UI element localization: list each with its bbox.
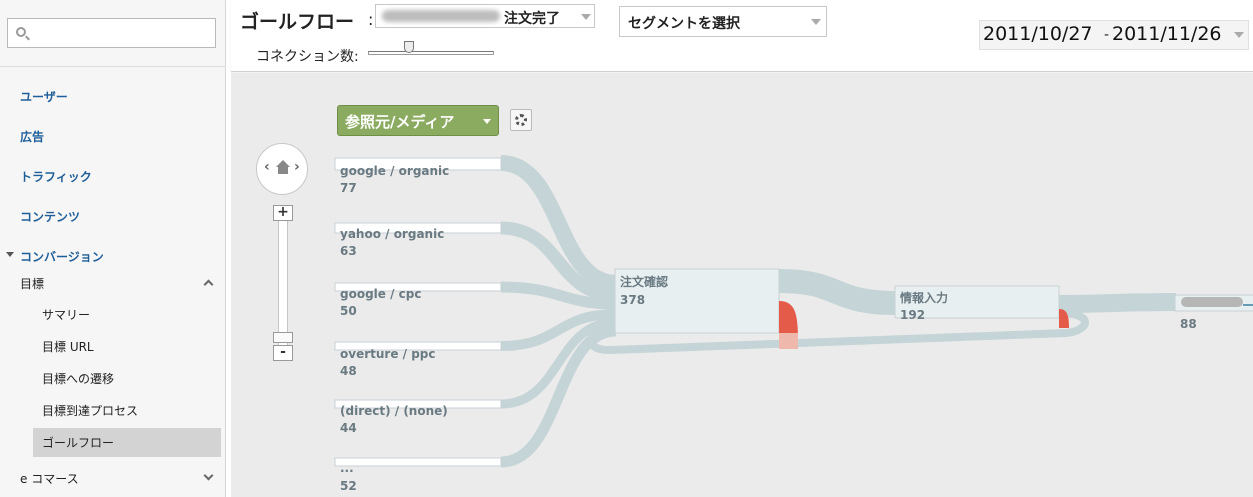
dropoff-marker-fade xyxy=(779,333,798,349)
sidebar-item-users[interactable]: ユーザー xyxy=(20,88,68,105)
goal-select-value: 注文完了 xyxy=(504,11,560,27)
source-node-value: 50 xyxy=(340,304,357,318)
segment-select-value: セグメントを選択 xyxy=(628,16,740,32)
search-input[interactable] xyxy=(34,23,210,43)
flow-link xyxy=(778,269,897,315)
dimension-select-button[interactable]: 参照元/メディア xyxy=(337,105,499,136)
dropdown-arrow-icon xyxy=(581,14,591,20)
date-separator: - xyxy=(1104,27,1110,43)
source-node-value: 48 xyxy=(340,364,357,378)
flow-canvas[interactable]: google / organic 77 yahoo / organic 63 g… xyxy=(231,73,1253,497)
search-box[interactable] xyxy=(7,18,216,48)
dropdown-arrow-icon xyxy=(483,119,491,124)
dropdown-arrow-icon xyxy=(1234,32,1244,38)
step-node-name: 情報入力 xyxy=(900,290,948,305)
segment-select[interactable]: セグメントを選択 xyxy=(619,6,827,37)
source-node-value: 44 xyxy=(340,421,357,435)
connections-label: コネクション数: xyxy=(256,49,359,65)
sidebar-item-conversions[interactable]: コンバージョン xyxy=(20,248,104,265)
source-nodes: google / organic 77 yahoo / organic 63 g… xyxy=(334,157,502,493)
sidebar: ユーザー 広告 トラフィック コンテンツ コンバージョン 目標 サマリー 目標 … xyxy=(0,0,226,497)
sidebar-item-ecommerce[interactable]: e コマース xyxy=(20,470,79,487)
source-node-value: 63 xyxy=(340,244,357,258)
zoom-out-button[interactable]: - xyxy=(273,345,293,361)
settings-button[interactable] xyxy=(510,109,532,131)
chevron-right-icon[interactable]: › xyxy=(294,159,300,175)
source-node-name: yahoo / organic xyxy=(340,227,444,241)
date-range-picker[interactable]: 2011/10/27 - 2011/11/26 xyxy=(979,20,1249,50)
source-node-name: google / cpc xyxy=(340,287,421,301)
zoom-in-button[interactable]: + xyxy=(273,205,293,221)
gear-icon xyxy=(515,114,527,126)
dimension-label: 参照元/メディア xyxy=(345,113,455,131)
source-node-value: 77 xyxy=(340,181,357,195)
step-node-value: 88 xyxy=(1180,317,1197,331)
sidebar-item-reverse-goal-path[interactable]: 目標への遷移 xyxy=(42,370,114,387)
connections-slider-handle[interactable] xyxy=(404,41,414,53)
step-node-value: 192 xyxy=(900,308,925,322)
flow-link xyxy=(1058,293,1177,313)
sidebar-item-goal-summary[interactable]: サマリー xyxy=(42,306,90,323)
sidebar-item-goal-urls[interactable]: 目標 URL xyxy=(42,338,94,355)
title-colon: : xyxy=(368,10,374,29)
zoom-slider[interactable] xyxy=(278,220,288,350)
report-header: ゴールフロー : 注文完了 セグメントを選択 コネクション数: 2011/10/… xyxy=(231,0,1253,72)
sidebar-item-funnel[interactable]: 目標到達プロセス xyxy=(42,402,138,419)
expand-triangle-icon[interactable] xyxy=(6,252,14,257)
step-node-name: 注文確認 xyxy=(620,274,668,289)
home-icon-body xyxy=(278,166,288,174)
divider xyxy=(0,66,226,67)
flow-diagram: google / organic 77 yahoo / organic 63 g… xyxy=(334,155,1253,493)
page-title: ゴールフロー xyxy=(240,11,355,33)
source-node-name: (direct) / (none) xyxy=(340,404,448,418)
flow-links xyxy=(500,155,1177,468)
pan-control[interactable]: ‹ › xyxy=(256,143,308,195)
sidebar-item-content[interactable]: コンテンツ xyxy=(20,208,80,225)
source-node-bar xyxy=(334,457,502,467)
step-edge-line xyxy=(1243,304,1253,306)
date-end: 2011/11/26 xyxy=(1112,23,1222,45)
goal-select[interactable]: 注文完了 xyxy=(375,4,595,28)
search-icon xyxy=(16,27,26,37)
chevron-left-icon[interactable]: ‹ xyxy=(264,159,270,175)
redacted-goal-name xyxy=(382,10,500,22)
sidebar-item-traffic[interactable]: トラフィック xyxy=(20,168,92,185)
dropdown-arrow-icon xyxy=(811,19,821,25)
chevron-up-icon[interactable] xyxy=(203,279,214,290)
source-node-name: google / organic xyxy=(340,164,449,178)
sidebar-item-advertising[interactable]: 広告 xyxy=(20,128,44,145)
source-node-name: overture / ppc xyxy=(340,347,436,361)
zoom-slider-handle[interactable] xyxy=(273,332,293,343)
redacted-step-name xyxy=(1181,297,1243,307)
source-node-name: ... xyxy=(340,461,354,475)
source-node-value: 52 xyxy=(340,479,357,493)
step-node-value: 378 xyxy=(620,293,645,307)
connections-slider[interactable] xyxy=(368,51,494,55)
chevron-down-icon[interactable] xyxy=(203,470,214,481)
sidebar-item-goals[interactable]: 目標 xyxy=(20,275,44,292)
date-start: 2011/10/27 xyxy=(983,23,1093,45)
sidebar-item-goal-flow[interactable]: ゴールフロー xyxy=(42,434,114,451)
